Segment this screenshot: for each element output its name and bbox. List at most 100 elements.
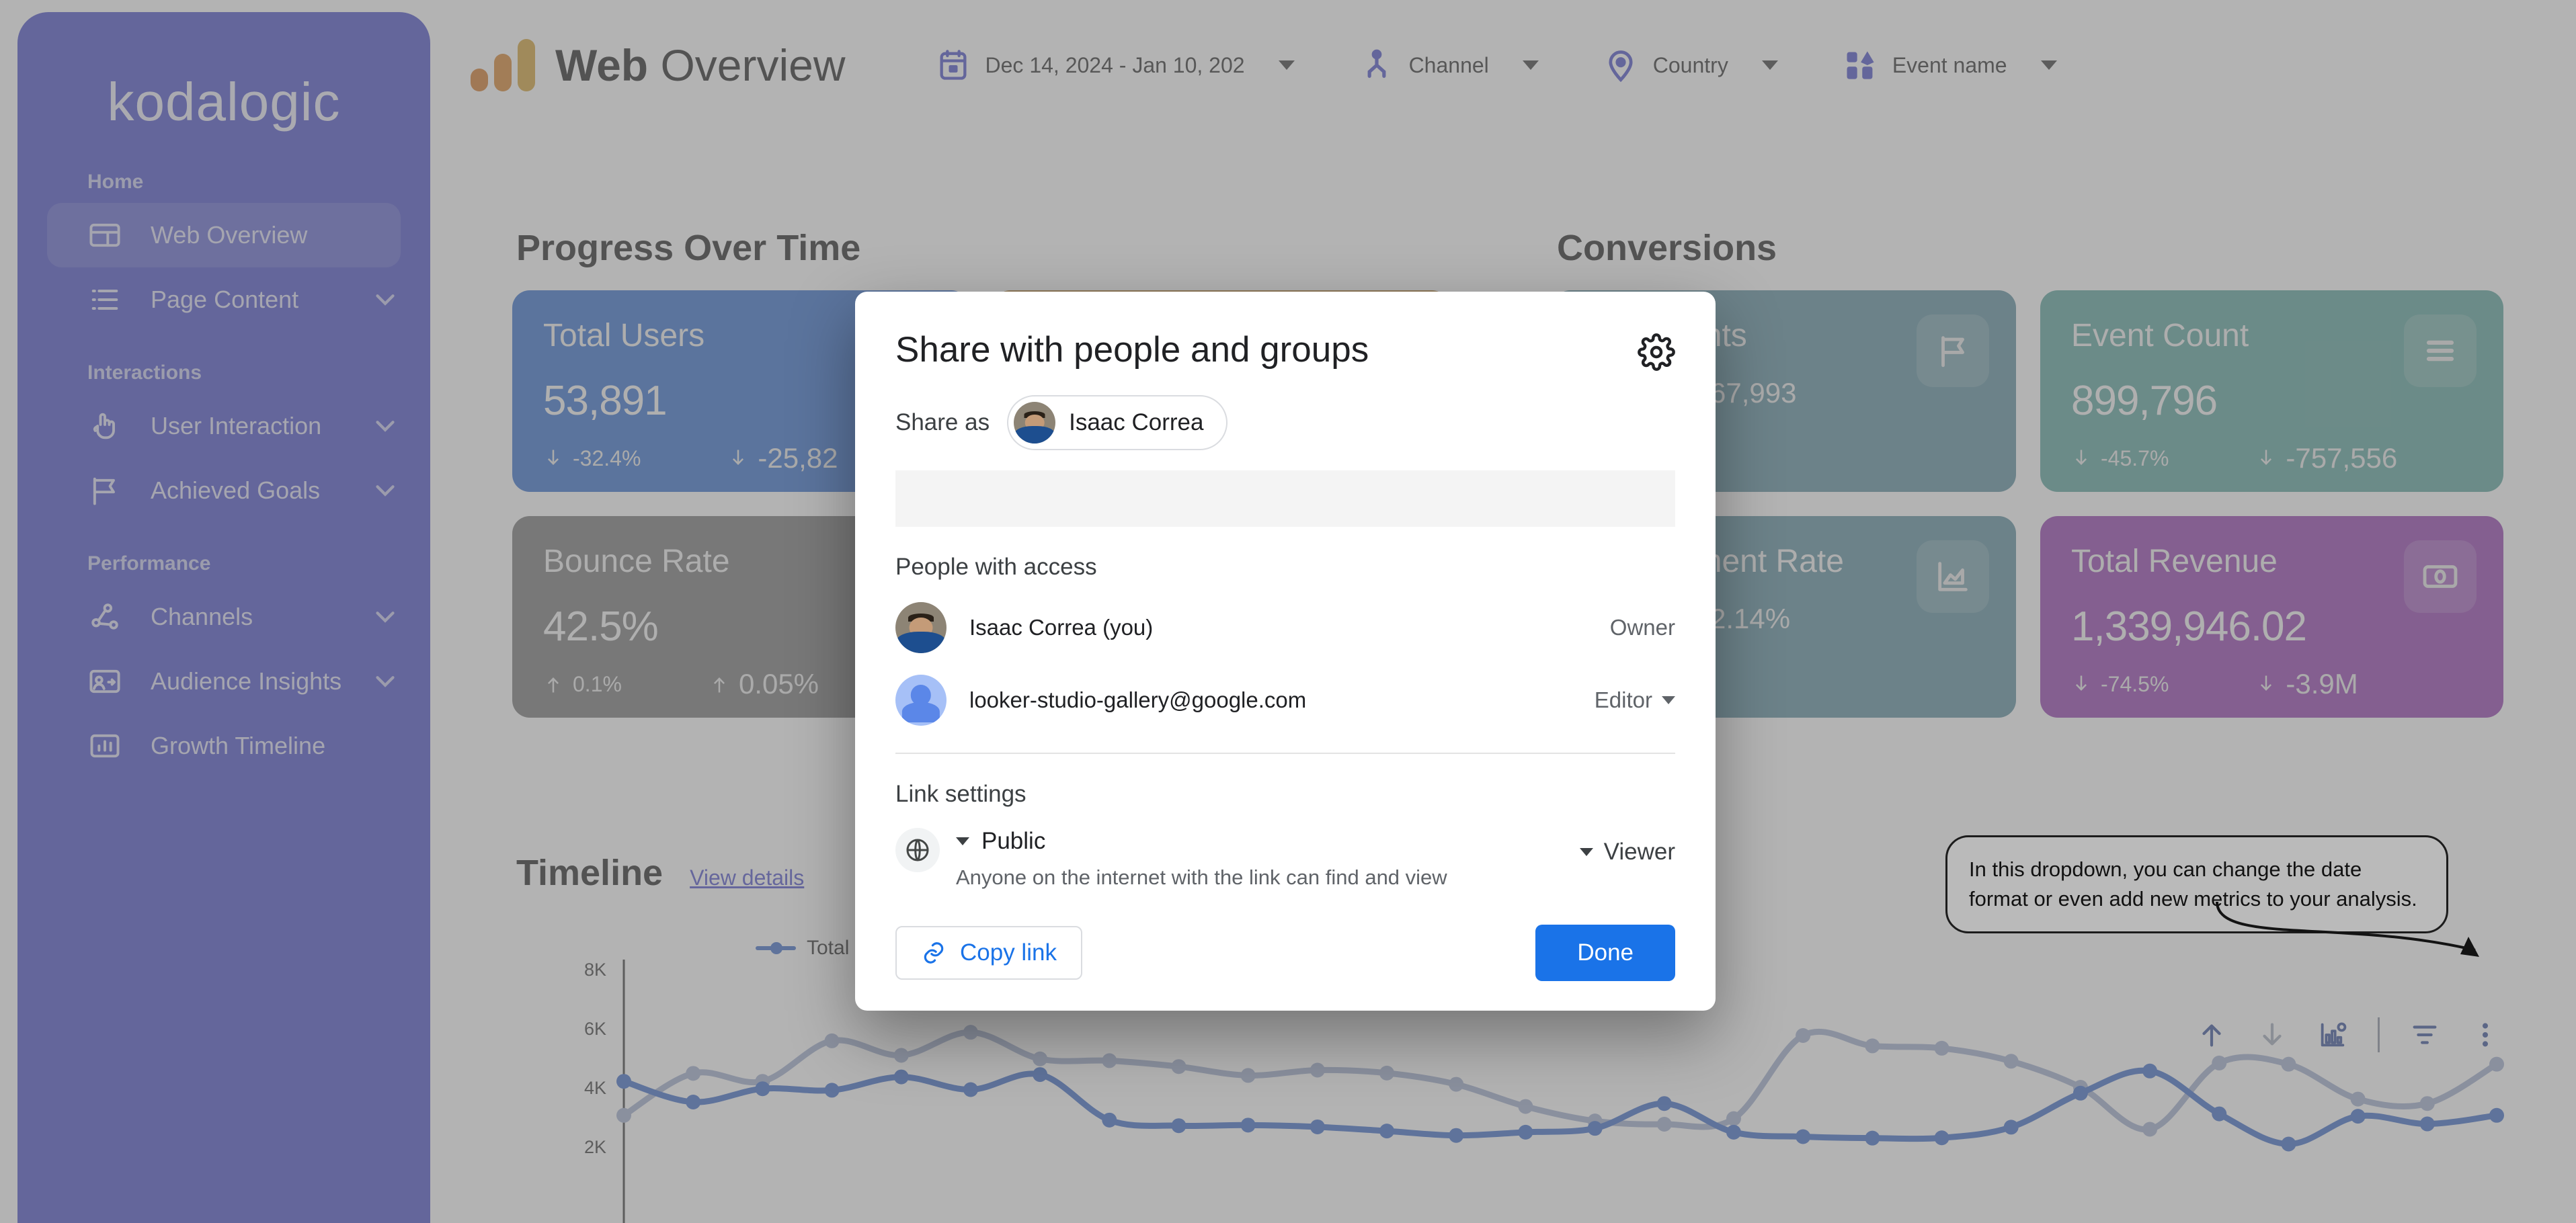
chevron-down-icon: [956, 837, 969, 845]
chevron-down-icon[interactable]: [370, 475, 401, 506]
sidebar: kodalogic Home Web Overview Page Content In…: [17, 12, 430, 1223]
filter-label: Country: [1652, 52, 1728, 77]
kpi-delta-absolute: 0.05%: [709, 668, 819, 700]
sidebar-item-label: Achieved Goals: [151, 476, 321, 504]
link-settings-heading: Link settings: [895, 781, 1027, 807]
page-title-bold: Web: [555, 40, 649, 90]
done-button[interactable]: Done: [1535, 925, 1675, 981]
sidebar-item-web-overview[interactable]: Web Overview: [47, 203, 401, 267]
hand-pointer-icon: [87, 409, 128, 444]
sidebar-item-channels[interactable]: Channels: [47, 585, 401, 649]
page-title-rest: Overview: [648, 40, 846, 90]
kpi-delta-absolute: -757,556: [2256, 442, 2397, 474]
kpi-card-event-count[interactable]: Event Count 899,796 -45.7% -757,556: [2040, 290, 2503, 492]
kpi-delta-percent: -45.7%: [2071, 446, 2169, 471]
sort-descending-icon[interactable]: [2257, 1019, 2288, 1050]
link-role-dropdown[interactable]: Viewer: [1579, 839, 1675, 866]
chevron-down-icon: [2040, 60, 2057, 70]
sidebar-section-performance: Performance: [87, 552, 211, 575]
add-people-input[interactable]: [895, 470, 1675, 527]
filter-event-name[interactable]: Event name: [1822, 32, 2077, 98]
filter-country[interactable]: Country: [1582, 32, 1798, 98]
conversions-panel-title: Conversions: [1557, 228, 1777, 268]
calendar-icon: [936, 48, 971, 83]
filter-label: Channel: [1408, 52, 1489, 77]
area-chart-icon: [1917, 540, 1989, 613]
link-scope-description: Anyone on the internet with the link can…: [956, 866, 1447, 889]
link-scope-dropdown[interactable]: Public: [956, 828, 1580, 855]
kpi-delta-absolute: -3.9M: [2256, 668, 2358, 700]
sidebar-item-achieved-goals[interactable]: Achieved Goals: [47, 458, 401, 523]
globe-icon: [895, 828, 940, 872]
sidebar-item-audience-insights[interactable]: Audience Insights: [47, 649, 401, 714]
share-as-name: Isaac Correa: [1069, 409, 1204, 435]
sidebar-section-interactions: Interactions: [87, 362, 202, 384]
dashboard-icon: [87, 218, 128, 253]
chevron-down-icon[interactable]: [370, 601, 401, 632]
sidebar-item-label: Web Overview: [151, 221, 308, 249]
share-as-label: Share as: [895, 409, 990, 435]
link-scope-value: Public: [981, 828, 1046, 854]
people-list: Isaac Correa (you) Owner looker-studio-gal…: [895, 602, 1675, 726]
link-icon: [921, 940, 947, 966]
legend-swatch: [756, 942, 796, 954]
progress-panel-title: Progress Over Time: [516, 228, 861, 268]
sidebar-item-growth-timeline[interactable]: Growth Timeline: [47, 714, 401, 778]
timeline-title: Timeline: [516, 853, 663, 893]
filter-label: Dec 14, 2024 - Jan 10, 202: [985, 52, 1245, 77]
kpi-delta-percent: -32.4%: [543, 446, 641, 471]
copy-link-button[interactable]: Copy link: [895, 926, 1082, 980]
settings-gear-icon[interactable]: [1638, 333, 1675, 371]
sidebar-nav: Home Web Overview Page Content Interactions…: [17, 171, 430, 778]
link-role-value: Viewer: [1603, 839, 1675, 865]
filter-dec-14-2024-jan-10-202[interactable]: Dec 14, 2024 - Jan 10, 202: [915, 32, 1315, 98]
chart-settings-icon[interactable]: [2317, 1019, 2348, 1050]
share-dialog-header: Share with people and groups: [895, 329, 1675, 371]
chart-toolbar: [2196, 1017, 2501, 1052]
filter-channel[interactable]: Channel: [1338, 32, 1559, 98]
flag-icon: [87, 473, 128, 508]
kpi-delta-percent: 0.1%: [543, 672, 622, 697]
page-title: Web Overview: [555, 40, 846, 91]
person-role[interactable]: Editor: [1595, 687, 1675, 713]
kpi-card-total-revenue[interactable]: Total Revenue 1,339,946.02 -74.5% -3.9M: [2040, 516, 2503, 718]
chevron-down-icon[interactable]: [370, 666, 401, 697]
channel-icon: [1359, 48, 1394, 83]
person-row: Isaac Correa (you) Owner: [895, 602, 1675, 653]
sidebar-section-home: Home: [87, 171, 144, 193]
sidebar-item-user-interaction[interactable]: User Interaction: [47, 394, 401, 458]
money-icon: [2404, 540, 2477, 613]
view-details-link[interactable]: View details: [690, 866, 804, 890]
share-dialog: Share with people and groups Share as Is…: [855, 292, 1716, 1011]
avatar: [1014, 402, 1056, 444]
sidebar-item-label: Page Content: [151, 286, 299, 313]
chevron-down-icon[interactable]: [370, 284, 401, 315]
filter-icon[interactable]: [2409, 1019, 2440, 1050]
copy-link-label: Copy link: [960, 939, 1057, 966]
share-dialog-title: Share with people and groups: [895, 330, 1369, 370]
kpi-delta-absolute: -25,82: [728, 442, 838, 474]
share-as-chip[interactable]: Isaac Correa: [1007, 395, 1228, 450]
svg-text:6K: 6K: [584, 1019, 606, 1039]
svg-text:2K: 2K: [584, 1137, 606, 1157]
sidebar-item-page-content[interactable]: Page Content: [47, 267, 401, 332]
more-options-icon[interactable]: [2470, 1019, 2501, 1050]
sidebar-item-label: Audience Insights: [151, 667, 342, 695]
chevron-down-icon: [1662, 696, 1675, 704]
page-header: Web Overview Dec 14, 2024 - Jan 10, 202 C…: [471, 26, 2576, 105]
share-dialog-footer: Copy link Done: [895, 925, 1675, 981]
avatar: [895, 675, 947, 726]
share-as-row: Share as Isaac Correa: [895, 395, 1675, 450]
chevron-down-icon[interactable]: [370, 411, 401, 441]
sidebar-item-label: User Interaction: [151, 412, 322, 439]
sidebar-item-label: Growth Timeline: [151, 732, 326, 759]
kpi-deltas: -74.5% -3.9M: [2071, 668, 2472, 700]
kpi-deltas: -45.7% -757,556: [2071, 442, 2472, 474]
person-name: Isaac Correa (you): [969, 615, 1154, 640]
callout-arrow-icon: [2216, 901, 2479, 957]
menu-lines-icon: [2404, 314, 2477, 387]
people-with-access-heading: People with access: [895, 554, 1097, 580]
sort-ascending-icon[interactable]: [2196, 1019, 2227, 1050]
google-analytics-logo: [471, 39, 535, 91]
flag-icon: [1917, 314, 1989, 387]
